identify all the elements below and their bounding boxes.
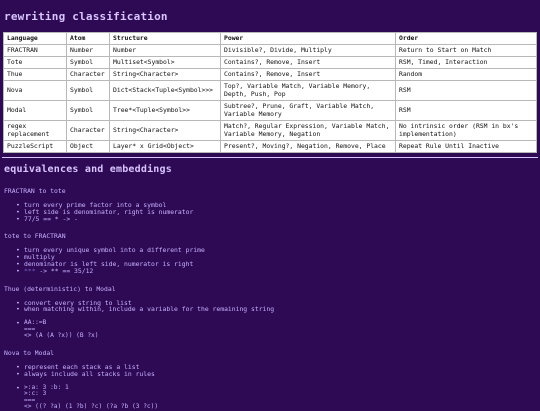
subsection-heading: tote to FRACTRAN [4, 232, 66, 241]
table-cell: Symbol [66, 80, 110, 101]
table-cell: Tote [3, 56, 67, 69]
code-item: AA::=B===<> (A (A ?x)) (B ?x) [16, 319, 536, 339]
table-cell: Divisible?, Divide, Multiply [220, 44, 396, 57]
table-cell: Multiset<Symbol> [109, 56, 221, 69]
table-cell: Character [66, 68, 110, 81]
table-header-row: Language Atom Structure Power Order [3, 32, 537, 45]
table-cell: Number [66, 44, 110, 57]
list-item: when matching within, include a variable… [16, 306, 536, 313]
table-cell: Top?, Variable Match, Variable Memory, D… [220, 80, 396, 101]
list-item: left side is denominator, right is numer… [16, 208, 536, 216]
bullet-list: turn every unique symbol into a differen… [4, 247, 536, 274]
bullet-list: convert every string to list when matchi… [4, 299, 536, 314]
table-cell: Subtree?, Prune, Graft, Variable Match, … [220, 100, 396, 121]
table-row: Modal Symbol Tree*<Tuple<Symbol>> Subtre… [3, 100, 537, 121]
table-cell: Symbol [66, 56, 110, 69]
table-cell: Return to Start on Match [395, 44, 537, 57]
code-item: >:a: 3 :b: 1>:c: 3===<> ((? ?a) (1 ?b) ?… [16, 384, 536, 411]
list-item: 77/5 == * -> - [16, 215, 536, 223]
page-title: rewriting classification [4, 10, 168, 23]
table-cell: regex replacement [3, 120, 67, 141]
code-text: -> ** == 35/12 [35, 266, 94, 275]
code-line: <> (A (A ?x)) (B ?x) [24, 331, 99, 339]
table-cell: String<Character> [109, 68, 221, 81]
table-cell: Repeat Rule Until Inactive [395, 140, 537, 153]
table-cell: Contains?, Remove, Insert [220, 56, 396, 69]
column-header: Structure [109, 32, 221, 45]
section-title: equivalences and embeddings [4, 164, 172, 175]
table-cell: RSM [395, 100, 537, 121]
section-divider [2, 157, 538, 158]
table-row: regex replacement Character String<Chara… [3, 120, 537, 141]
bullet-list: turn every prime factor into a symbol le… [4, 202, 536, 222]
table-row: Tote Symbol Multiset<Symbol> Contains?, … [3, 56, 537, 69]
table-cell: No intrinsic order (RSM in bx's implemen… [395, 120, 537, 141]
column-header: Power [220, 32, 396, 45]
list-item: always include all stacks in rules [16, 371, 536, 378]
table-cell: Layer* x Grid<Object> [109, 140, 221, 153]
list-item: turn every unique symbol into a differen… [16, 247, 536, 254]
table-cell: PuzzleScript [3, 140, 67, 153]
table-row: PuzzleScript Object Layer* x Grid<Object… [3, 140, 537, 153]
table-cell: Thue [3, 68, 67, 81]
table-cell: Contains?, Remove, Insert [220, 68, 396, 81]
table-row: Thue Character String<Character> Contain… [3, 68, 537, 81]
table-cell: Character [66, 120, 110, 141]
column-header: Order [395, 32, 537, 45]
table-cell: RSM, Timed, Interaction [395, 56, 537, 69]
table-cell: Present?, Moving?, Negation, Remove, Pla… [220, 140, 396, 153]
list-item: *** -> ** == 35/12 [16, 266, 536, 275]
table-cell: Symbol [66, 100, 110, 121]
table-cell: Nova [3, 80, 67, 101]
classification-table: Language Atom Structure Power Order FRAC… [3, 32, 537, 153]
table-cell: RSM [395, 80, 537, 101]
code-line: <> ((? ?a) (1 ?b) ?c) (?a ?b (3 ?c)) [24, 403, 159, 411]
subsection-heading: Thue (deterministic) to Modal [4, 284, 116, 293]
column-header: Language [3, 32, 67, 45]
table-cell: String<Character> [109, 120, 221, 141]
code-list: >:a: 3 :b: 1>:c: 3===<> ((? ?a) (1 ?b) ?… [4, 384, 536, 411]
table-row: Nova Symbol Dict<Stack<Tuple<Symbol>>> T… [3, 80, 537, 101]
table-cell: Number [109, 44, 221, 57]
subsection-heading: Nova to Modal [4, 349, 55, 358]
table-cell: Match?, Regular Expression, Variable Mat… [220, 120, 396, 141]
page: rewriting classification Language Atom S… [0, 0, 540, 411]
list-item: denominator is left side, numerator is r… [16, 261, 536, 268]
table-cell: Tree*<Tuple<Symbol>> [109, 100, 221, 121]
table-cell: Modal [3, 100, 67, 121]
column-header: Atom [66, 32, 110, 45]
code-dim-text: *** [24, 266, 36, 275]
table-row: FRACTRAN Number Number Divisible?, Divid… [3, 44, 537, 57]
table-cell: FRACTRAN [3, 44, 67, 57]
subsection-heading: FRACTRAN to tote [4, 187, 66, 195]
table-cell: Object [66, 140, 110, 153]
code-list: AA::=B===<> (A (A ?x)) (B ?x) [4, 319, 536, 339]
table-cell: Random [395, 68, 537, 81]
bullet-list: represent each stack as a list always in… [4, 364, 536, 378]
table-cell: Dict<Stack<Tuple<Symbol>>> [109, 80, 221, 101]
